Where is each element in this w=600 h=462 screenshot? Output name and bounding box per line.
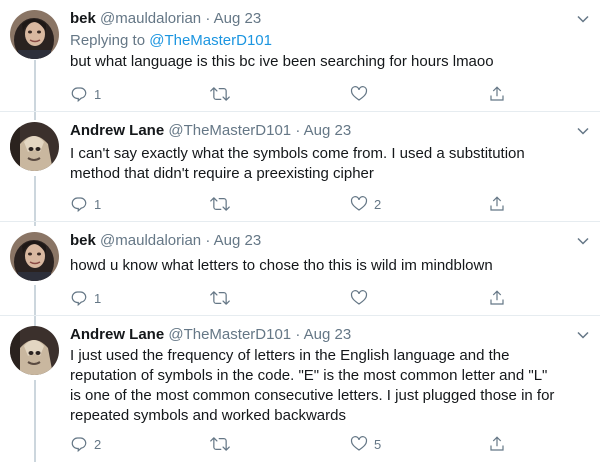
chevron-down-icon[interactable]: [576, 328, 590, 342]
retweet-icon: [210, 87, 230, 101]
tweet-text: but what language is this bc ive been se…: [70, 52, 585, 72]
tweet-text-line: but what language is this bc ive been se…: [70, 53, 494, 70]
tweet-text: howd u know what letters to chose tho th…: [70, 256, 585, 276]
like-button[interactable]: [350, 288, 368, 308]
like-count: 5: [374, 436, 382, 452]
tweet-text-line: howd u know what letters to chose tho th…: [70, 257, 493, 274]
chevron-down-icon[interactable]: [576, 12, 590, 26]
tweet-date[interactable]: Aug 23: [304, 326, 352, 343]
avatar[interactable]: [10, 10, 59, 59]
tweet-header: bek @mauldalorian · Aug 23: [70, 10, 261, 28]
tweet[interactable]: bek @mauldalorian · Aug 23 howd u know w…: [0, 222, 600, 316]
share-icon: [490, 290, 504, 305]
chevron-down-icon[interactable]: [576, 124, 590, 138]
share-button[interactable]: [488, 288, 506, 308]
reply-count: 1: [94, 86, 102, 102]
reply-button[interactable]: 1: [70, 288, 101, 308]
tweet-text: I can't say exactly what the symbols com…: [70, 144, 585, 184]
like-button[interactable]: 2: [350, 194, 381, 214]
share-icon: [490, 436, 504, 451]
reply-button[interactable]: 1: [70, 84, 101, 104]
display-name[interactable]: Andrew Lane: [70, 122, 164, 139]
heart-icon: [350, 436, 368, 451]
avatar[interactable]: [10, 326, 59, 375]
tweet-date[interactable]: Aug 23: [304, 122, 352, 139]
like-button[interactable]: 5: [350, 434, 381, 454]
replying-to-label: Replying to: [70, 32, 146, 49]
tweet-text-line: I can't say exactly what the symbols com…: [70, 145, 525, 162]
share-icon: [490, 86, 504, 101]
separator: ·: [295, 122, 301, 139]
tweet-actions: 1: [70, 84, 510, 104]
retweet-button[interactable]: [210, 84, 230, 104]
share-button[interactable]: [488, 194, 506, 214]
tweet-header: Andrew Lane @TheMasterD101 · Aug 23: [70, 326, 351, 344]
avatar[interactable]: [10, 122, 59, 171]
heart-icon: [350, 290, 368, 305]
chevron-down-icon[interactable]: [576, 234, 590, 248]
tweet-actions: 1: [70, 288, 510, 308]
replying-to: Replying to @TheMasterD101: [70, 32, 272, 50]
retweet-icon: [210, 437, 230, 451]
display-name[interactable]: bek: [70, 10, 96, 27]
separator: ·: [295, 326, 301, 343]
reply-button[interactable]: 2: [70, 434, 101, 454]
tweet-header: Andrew Lane @TheMasterD101 · Aug 23: [70, 122, 351, 140]
tweet-text-line: repeated symbols and worked backwards: [70, 407, 346, 424]
avatar[interactable]: [10, 232, 59, 281]
heart-icon: [350, 86, 368, 101]
tweet-text-line: I just used the frequency of letters in …: [70, 347, 510, 364]
tweet-text-line: reputation of symbols in the code. "E" i…: [70, 367, 548, 384]
retweet-button[interactable]: [210, 194, 230, 214]
tweet[interactable]: bek @mauldalorian · Aug 23 Replying to @…: [0, 0, 600, 112]
reply-icon: [71, 87, 87, 103]
display-name[interactable]: bek: [70, 232, 96, 249]
tweet-text-line: method that didn't require a preexisting…: [70, 165, 374, 182]
separator: ·: [205, 232, 211, 249]
tweet-date[interactable]: Aug 23: [214, 232, 262, 249]
tweet-actions: 1 2: [70, 194, 510, 214]
retweet-button[interactable]: [210, 288, 230, 308]
tweet-actions: 2 5: [70, 434, 510, 454]
retweet-button[interactable]: [210, 434, 230, 454]
reply-icon: [71, 437, 87, 453]
reply-icon: [71, 291, 87, 307]
reply-count: 1: [94, 196, 102, 212]
display-name[interactable]: Andrew Lane: [70, 326, 164, 343]
like-count: 2: [374, 196, 382, 212]
like-button[interactable]: [350, 84, 368, 104]
tweet-text: I just used the frequency of letters in …: [70, 346, 585, 426]
share-icon: [490, 196, 504, 211]
tweet[interactable]: Andrew Lane @TheMasterD101 · Aug 23 I ca…: [0, 112, 600, 222]
heart-icon: [350, 196, 368, 211]
user-handle[interactable]: @TheMasterD101: [168, 326, 291, 343]
user-handle[interactable]: @mauldalorian: [100, 232, 201, 249]
reply-icon: [71, 197, 87, 213]
share-button[interactable]: [488, 84, 506, 104]
replying-to-handle[interactable]: @TheMasterD101: [149, 32, 272, 49]
reply-count: 1: [94, 290, 102, 306]
tweet-header: bek @mauldalorian · Aug 23: [70, 232, 261, 250]
tweet-text-line: is one of the most common consecutive le…: [70, 387, 555, 404]
user-handle[interactable]: @TheMasterD101: [168, 122, 291, 139]
separator: ·: [205, 10, 211, 27]
user-handle[interactable]: @mauldalorian: [100, 10, 201, 27]
tweet-date[interactable]: Aug 23: [214, 10, 262, 27]
share-button[interactable]: [488, 434, 506, 454]
tweet[interactable]: Andrew Lane @TheMasterD101 · Aug 23 I ju…: [0, 316, 600, 462]
reply-count: 2: [94, 436, 102, 452]
retweet-icon: [210, 291, 230, 305]
reply-button[interactable]: 1: [70, 194, 101, 214]
retweet-icon: [210, 197, 230, 211]
